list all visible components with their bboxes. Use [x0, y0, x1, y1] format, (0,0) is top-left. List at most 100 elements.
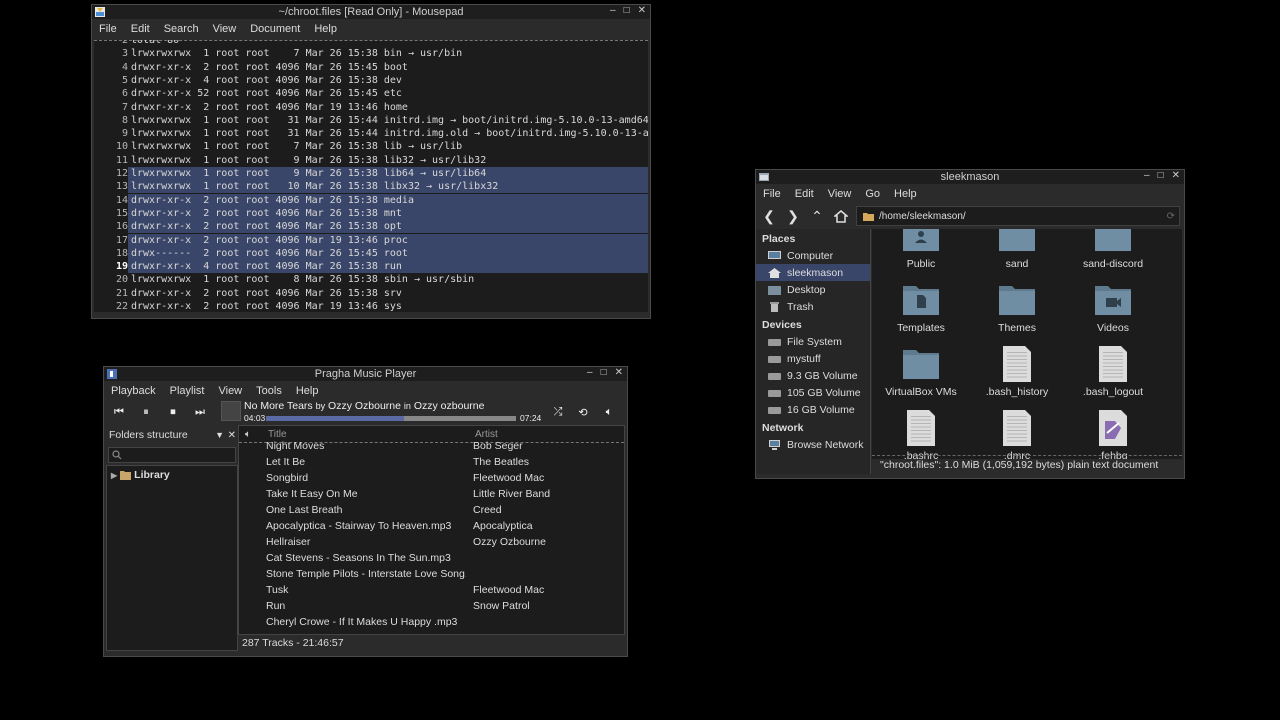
sidebar-item-filesystem[interactable]: File System	[756, 333, 870, 350]
file-item[interactable]: Videos	[1065, 281, 1161, 334]
mousepad-app-icon	[95, 7, 105, 17]
file-icon-view[interactable]: Public sand sand-discord Templates Themes Vid…	[872, 229, 1182, 459]
music-player-titlebar[interactable]: Pragha Music Player – □ ✕	[104, 367, 627, 381]
tree-item-library[interactable]: ▶ Library	[107, 466, 237, 484]
volume-icon[interactable]: 🔈︎	[600, 404, 618, 420]
file-item[interactable]: sand	[969, 229, 1065, 270]
dropdown-arrow-icon[interactable]: ▼	[215, 430, 224, 440]
line-text: drwxr-xr-x 2 root root 4096 Mar 19 13:46…	[131, 301, 402, 312]
track-title: Tusk	[266, 584, 289, 596]
file-item[interactable]: .dmrc	[969, 409, 1065, 459]
close-icon[interactable]: ✕	[615, 367, 623, 378]
menu-go[interactable]: Go	[865, 188, 880, 200]
file-label: Templates	[897, 322, 945, 334]
sidebar-item-volume-16gb[interactable]: 16 GB Volume	[756, 401, 870, 418]
now-playing-title: No More Tears	[244, 400, 313, 412]
file-item[interactable]: Themes	[969, 281, 1065, 334]
line-number: 14	[94, 193, 128, 207]
menu-file[interactable]: File	[763, 188, 781, 200]
track-row[interactable]: Hellraiser Ozzy Ozbourne	[239, 534, 624, 550]
folders-structure-label[interactable]: Folders structure	[109, 429, 188, 441]
sidebar-item-mystuff[interactable]: mystuff	[756, 350, 870, 367]
menu-playback[interactable]: Playback	[111, 385, 156, 397]
mousepad-titlebar[interactable]: ~/chroot.files [Read Only] - Mousepad – …	[92, 5, 650, 19]
reload-icon[interactable]: ⟳	[1167, 211, 1175, 222]
track-row[interactable]: Apocalyptica - Stairway To Heaven.mp3 Apo…	[239, 518, 624, 534]
maximize-icon[interactable]: □	[1158, 170, 1164, 181]
file-item[interactable]: Public	[873, 229, 969, 270]
track-row[interactable]: Cat Stevens - Seasons In The Sun.mp3	[239, 550, 624, 566]
shuffle-icon[interactable]: ⤮	[549, 404, 567, 420]
back-icon[interactable]: ❮	[760, 207, 778, 225]
track-row[interactable]: Stone Temple Pilots - Interstate Love So…	[239, 566, 624, 582]
minimize-icon[interactable]: –	[610, 5, 616, 16]
library-search-input[interactable]	[108, 447, 236, 463]
previous-track-icon[interactable]: ⏮	[110, 404, 128, 420]
menu-edit[interactable]: Edit	[795, 188, 814, 200]
track-row[interactable]: Songbird Fleetwood Mac	[239, 470, 624, 486]
line-number: 16	[94, 220, 128, 234]
playlist-view[interactable]: 🔈︎ Title Artist Night Moves Bob Seger Let …	[238, 425, 625, 635]
album-cover[interactable]	[221, 401, 241, 421]
repeat-icon[interactable]: ⟲	[574, 404, 592, 420]
maximize-icon[interactable]: □	[624, 5, 630, 16]
close-pane-icon[interactable]: ✕	[228, 430, 236, 441]
file-item[interactable]: .bash_logout	[1065, 345, 1161, 398]
close-icon[interactable]: ✕	[638, 5, 646, 16]
next-track-icon[interactable]: ⏭	[191, 404, 209, 420]
home-icon[interactable]	[832, 207, 850, 225]
expand-icon[interactable]: ▶	[111, 471, 117, 480]
progress-bar[interactable]	[266, 416, 516, 421]
places-heading: Places	[762, 233, 796, 245]
menu-help[interactable]: Help	[296, 385, 319, 397]
file-item[interactable]: .bashrc	[873, 409, 969, 459]
location-bar[interactable]: /home/sleekmason/ ⟳	[856, 206, 1180, 226]
close-icon[interactable]: ✕	[1172, 170, 1180, 181]
menu-view[interactable]: View	[218, 385, 242, 397]
pause-icon[interactable]: ⏸	[137, 404, 155, 420]
menu-edit[interactable]: Edit	[131, 23, 150, 35]
menu-document[interactable]: Document	[250, 23, 300, 35]
sidebar-item-computer[interactable]: Computer	[756, 247, 870, 264]
menu-view[interactable]: View	[213, 23, 237, 35]
menu-help[interactable]: Help	[894, 188, 917, 200]
track-row[interactable]: Let It Be The Beatles	[239, 454, 624, 470]
stop-icon[interactable]: ⏹	[164, 404, 182, 420]
track-row[interactable]: Take It Easy On Me Little River Band	[239, 486, 624, 502]
file-manager-titlebar[interactable]: sleekmason – □ ✕	[756, 170, 1184, 184]
music-player-window: Pragha Music Player – □ ✕ Playback Playl…	[103, 366, 628, 657]
forward-icon[interactable]: ❯	[784, 207, 802, 225]
file-item[interactable]: VirtualBox VMs	[873, 345, 969, 398]
menu-help[interactable]: Help	[314, 23, 337, 35]
file-item[interactable]: sand-discord	[1065, 229, 1161, 270]
track-title: One Last Breath	[266, 504, 343, 516]
file-item[interactable]: .fehbg	[1065, 409, 1161, 459]
minimize-icon[interactable]: –	[1144, 170, 1150, 181]
minimize-icon[interactable]: –	[587, 367, 593, 378]
sidebar-item-trash[interactable]: Trash	[756, 298, 870, 315]
up-icon[interactable]: ⌃	[808, 207, 826, 225]
text-editor[interactable]: 2 total 80 3 lrwxrwxrwx 1 root root 7 Mar 2…	[94, 40, 648, 312]
track-row[interactable]: Cheryl Crowe - If It Makes U Happy .mp3	[239, 614, 624, 630]
sidebar-item-volume-9gb[interactable]: 9.3 GB Volume	[756, 367, 870, 384]
sidebar-item-desktop[interactable]: Desktop	[756, 281, 870, 298]
sidebar-item-browse-network[interactable]: Browse Network	[756, 436, 870, 453]
file-manager-window: sleekmason – □ ✕ File Edit View Go Help …	[755, 169, 1185, 479]
sidebar-item-home[interactable]: sleekmason	[756, 264, 870, 281]
maximize-icon[interactable]: □	[601, 367, 607, 378]
menu-search[interactable]: Search	[164, 23, 199, 35]
menu-tools[interactable]: Tools	[256, 385, 282, 397]
in-word: in	[403, 401, 411, 411]
line-text: lrwxrwxrwx 1 root root 8 Mar 26 15:38 sb…	[131, 274, 475, 286]
track-row[interactable]: Run Snow Patrol	[239, 598, 624, 614]
file-item[interactable]: .bash_history	[969, 345, 1065, 398]
file-item[interactable]: Templates	[873, 281, 969, 334]
menu-view[interactable]: View	[828, 188, 852, 200]
line-number: 4	[121, 61, 128, 73]
menu-playlist[interactable]: Playlist	[170, 385, 205, 397]
menu-file[interactable]: File	[99, 23, 117, 35]
track-row[interactable]: One Last Breath Creed	[239, 502, 624, 518]
track-row[interactable]: Night Moves Bob Seger	[239, 438, 624, 454]
track-row[interactable]: Tusk Fleetwood Mac	[239, 582, 624, 598]
sidebar-item-volume-105gb[interactable]: 105 GB Volume	[756, 384, 870, 401]
